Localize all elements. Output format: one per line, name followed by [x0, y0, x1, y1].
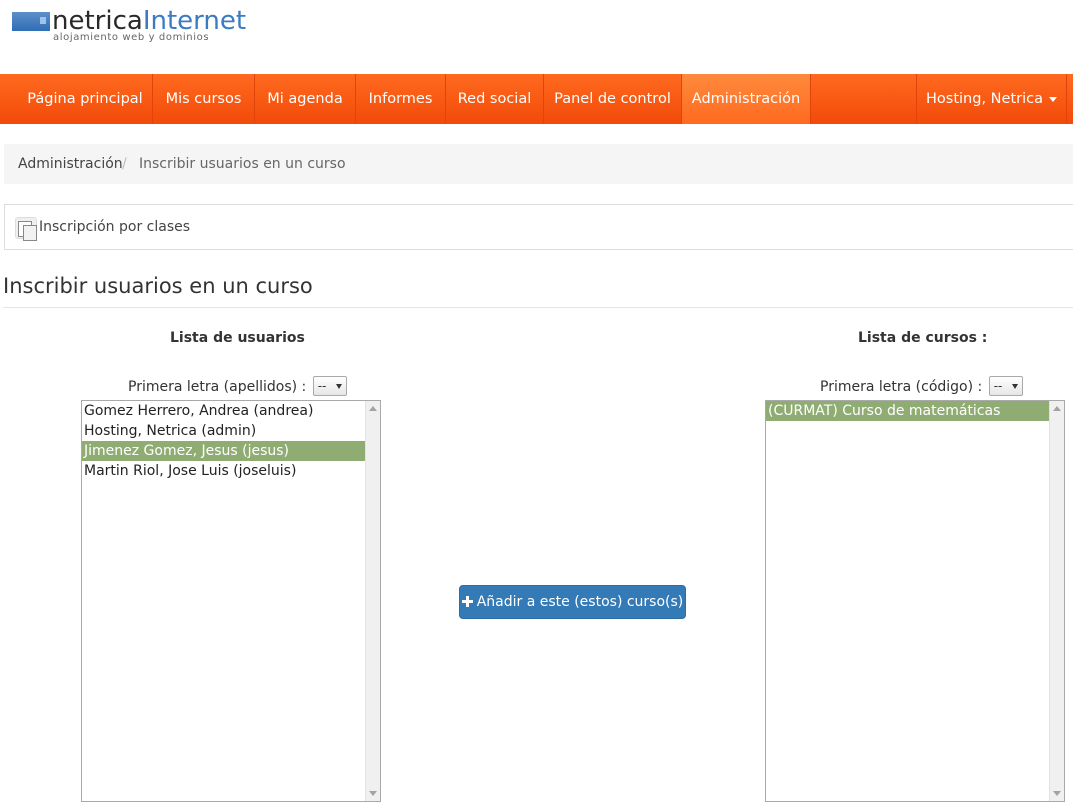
nav-item-panel-de-control[interactable]: Panel de control: [544, 74, 682, 124]
actions-bar: Inscripción por clases: [4, 204, 1073, 250]
breadcrumb: Administración / Inscribir usuarios en u…: [4, 144, 1073, 184]
logo-mark-icon: [12, 12, 50, 31]
users-first-letter-select[interactable]: --: [312, 376, 347, 396]
scroll-down-icon[interactable]: [369, 791, 377, 796]
title-divider: [3, 307, 1073, 308]
nav-item-mi-agenda[interactable]: Mi agenda: [255, 74, 356, 124]
class-enrollment-link[interactable]: Inscripción por clases: [39, 205, 190, 249]
user-menu-label: Hosting, Netrica: [926, 91, 1043, 107]
list-item-user[interactable]: Gomez Herrero, Andrea (andrea): [82, 401, 365, 421]
users-list-heading: Lista de usuarios: [170, 330, 305, 346]
nav-item-red-social[interactable]: Red social: [446, 74, 544, 124]
scroll-up-icon[interactable]: [369, 406, 377, 411]
users-first-letter-value: --: [317, 379, 327, 393]
users-filter: Primera letra (apellidos) : --: [128, 376, 347, 398]
nav-item-mis-cursos[interactable]: Mis cursos: [153, 74, 255, 124]
courses-listbox[interactable]: (CURMAT) Curso de matemáticas: [765, 400, 1065, 802]
nav-item-pagina-principal[interactable]: Página principal: [18, 74, 153, 124]
dropdown-arrow-icon: [1011, 384, 1018, 389]
plus-icon: [461, 596, 473, 607]
main-navbar: Página principal Mis cursos Mi agenda In…: [0, 74, 1073, 124]
add-to-courses-label: Añadir a este (estos) curso(s): [476, 594, 684, 610]
courses-list-heading: Lista de cursos :: [858, 330, 988, 346]
dropdown-arrow-icon: [335, 384, 342, 389]
page-title: Inscribir usuarios en un curso: [3, 274, 313, 298]
list-item-user[interactable]: Hosting, Netrica (admin): [82, 421, 365, 441]
logo-tagline: alojamiento web y dominios: [53, 32, 210, 43]
list-item-user[interactable]: Jimenez Gomez, Jesus (jesus): [82, 441, 365, 461]
nav-item-administracion[interactable]: Administración: [682, 74, 811, 124]
list-item-course[interactable]: (CURMAT) Curso de matemáticas: [766, 401, 1049, 421]
breadcrumb-current: Inscribir usuarios en un curso: [139, 156, 346, 172]
nav-item-informes[interactable]: Informes: [356, 74, 446, 124]
scroll-down-icon[interactable]: [1053, 791, 1061, 796]
add-to-courses-button[interactable]: Añadir a este (estos) curso(s): [459, 585, 686, 619]
courses-scrollbar[interactable]: [1049, 401, 1064, 801]
list-item-user[interactable]: Martin Riol, Jose Luis (joseluis): [82, 461, 365, 481]
scroll-up-icon[interactable]: [1053, 406, 1061, 411]
users-listbox[interactable]: Gomez Herrero, Andrea (andrea) Hosting, …: [81, 400, 381, 802]
breadcrumb-separator: /: [122, 156, 127, 172]
courses-first-letter-select[interactable]: --: [988, 376, 1023, 396]
site-logo[interactable]: netricaInternet alojamiento web y domini…: [12, 6, 312, 48]
courses-filter: Primera letra (código) : --: [820, 376, 1023, 398]
users-scrollbar[interactable]: [365, 401, 380, 801]
caret-down-icon: [1048, 96, 1057, 102]
class-enrollment-icon[interactable]: [15, 217, 37, 241]
users-filter-label: Primera letra (apellidos) :: [128, 379, 307, 395]
courses-filter-label: Primera letra (código) :: [820, 379, 983, 395]
courses-first-letter-value: --: [993, 379, 1003, 393]
user-menu[interactable]: Hosting, Netrica: [916, 74, 1067, 124]
breadcrumb-administracion-link[interactable]: Administración: [18, 144, 123, 184]
